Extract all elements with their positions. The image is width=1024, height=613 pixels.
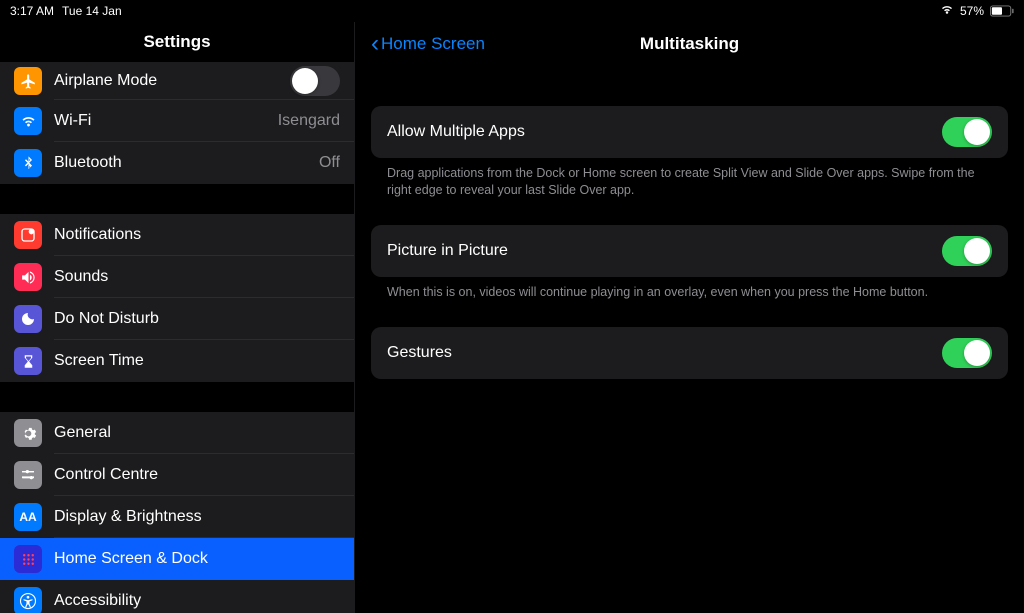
sidebar-item-label: Wi-Fi	[54, 112, 278, 130]
sidebar-item-screen-time[interactable]: Screen Time	[0, 340, 354, 382]
sidebar-title: Settings	[0, 22, 354, 62]
setting-allow-multiple-apps[interactable]: Allow Multiple Apps	[371, 106, 1008, 158]
sidebar-item-label: Airplane Mode	[54, 72, 290, 90]
setting-label: Picture in Picture	[387, 242, 508, 260]
setting-gestures[interactable]: Gestures	[371, 327, 1008, 379]
status-date: Tue 14 Jan	[62, 4, 122, 18]
sidebar-item-label: Do Not Disturb	[54, 310, 340, 328]
setting-description: Drag applications from the Dock or Home …	[371, 158, 1008, 217]
sliders-icon	[14, 461, 42, 489]
sidebar-item-label: Notifications	[54, 226, 340, 244]
sidebar-item-label: Screen Time	[54, 352, 340, 370]
sidebar-item-notifications[interactable]: Notifications	[0, 214, 354, 256]
sidebar-item-accessibility[interactable]: Accessibility	[0, 580, 354, 613]
gear-icon	[14, 419, 42, 447]
back-label: Home Screen	[381, 34, 485, 54]
sidebar-item-label: Control Centre	[54, 466, 340, 484]
sounds-icon	[14, 263, 42, 291]
bluetooth-icon	[14, 149, 42, 177]
aa-icon: AA	[14, 503, 42, 531]
sidebar-item-label: Home Screen & Dock	[54, 550, 340, 568]
sidebar-item-display-brightness[interactable]: AA Display & Brightness	[0, 496, 354, 538]
setting-label: Allow Multiple Apps	[387, 123, 525, 141]
picture-in-picture-toggle[interactable]	[942, 236, 992, 266]
allow-multiple-apps-toggle[interactable]	[942, 117, 992, 147]
battery-icon	[990, 5, 1014, 17]
sidebar-item-home-screen-dock[interactable]: Home Screen & Dock	[0, 538, 354, 580]
sidebar-item-airplane-mode[interactable]: Airplane Mode	[0, 62, 354, 100]
wifi-value: Isengard	[278, 112, 340, 130]
hourglass-icon	[14, 347, 42, 375]
bluetooth-value: Off	[319, 154, 340, 172]
sidebar-item-do-not-disturb[interactable]: Do Not Disturb	[0, 298, 354, 340]
sidebar-item-bluetooth[interactable]: Bluetooth Off	[0, 142, 354, 184]
setting-label: Gestures	[387, 344, 452, 362]
sidebar-item-general[interactable]: General	[0, 412, 354, 454]
sidebar-item-wifi[interactable]: Wi-Fi Isengard	[0, 100, 354, 142]
wifi-icon	[14, 107, 42, 135]
chevron-left-icon: ‹	[371, 32, 379, 56]
sidebar-item-label: Display & Brightness	[54, 508, 340, 526]
sidebar-item-label: Sounds	[54, 268, 340, 286]
wifi-status-icon	[940, 4, 954, 18]
sidebar-item-label: General	[54, 424, 340, 442]
settings-sidebar: Settings Airplane Mode Wi-Fi Isengard	[0, 22, 355, 613]
battery-percent: 57%	[960, 4, 984, 18]
airplane-icon	[14, 67, 42, 95]
airplane-toggle[interactable]	[290, 66, 340, 96]
setting-description: When this is on, videos will continue pl…	[371, 277, 1008, 319]
back-button[interactable]: ‹ Home Screen	[371, 32, 485, 56]
accessibility-icon	[14, 587, 42, 613]
sidebar-item-label: Accessibility	[54, 592, 340, 610]
notifications-icon	[14, 221, 42, 249]
detail-title: Multitasking	[640, 34, 739, 54]
moon-icon	[14, 305, 42, 333]
grid-icon	[14, 545, 42, 573]
detail-header: ‹ Home Screen Multitasking	[371, 22, 1008, 66]
detail-pane: ‹ Home Screen Multitasking Allow Multipl…	[355, 22, 1024, 613]
setting-picture-in-picture[interactable]: Picture in Picture	[371, 225, 1008, 277]
sidebar-item-label: Bluetooth	[54, 154, 319, 172]
gestures-toggle[interactable]	[942, 338, 992, 368]
sidebar-item-control-centre[interactable]: Control Centre	[0, 454, 354, 496]
status-bar: 3:17 AM Tue 14 Jan 57%	[0, 0, 1024, 22]
status-time: 3:17 AM	[10, 4, 54, 18]
sidebar-item-sounds[interactable]: Sounds	[0, 256, 354, 298]
